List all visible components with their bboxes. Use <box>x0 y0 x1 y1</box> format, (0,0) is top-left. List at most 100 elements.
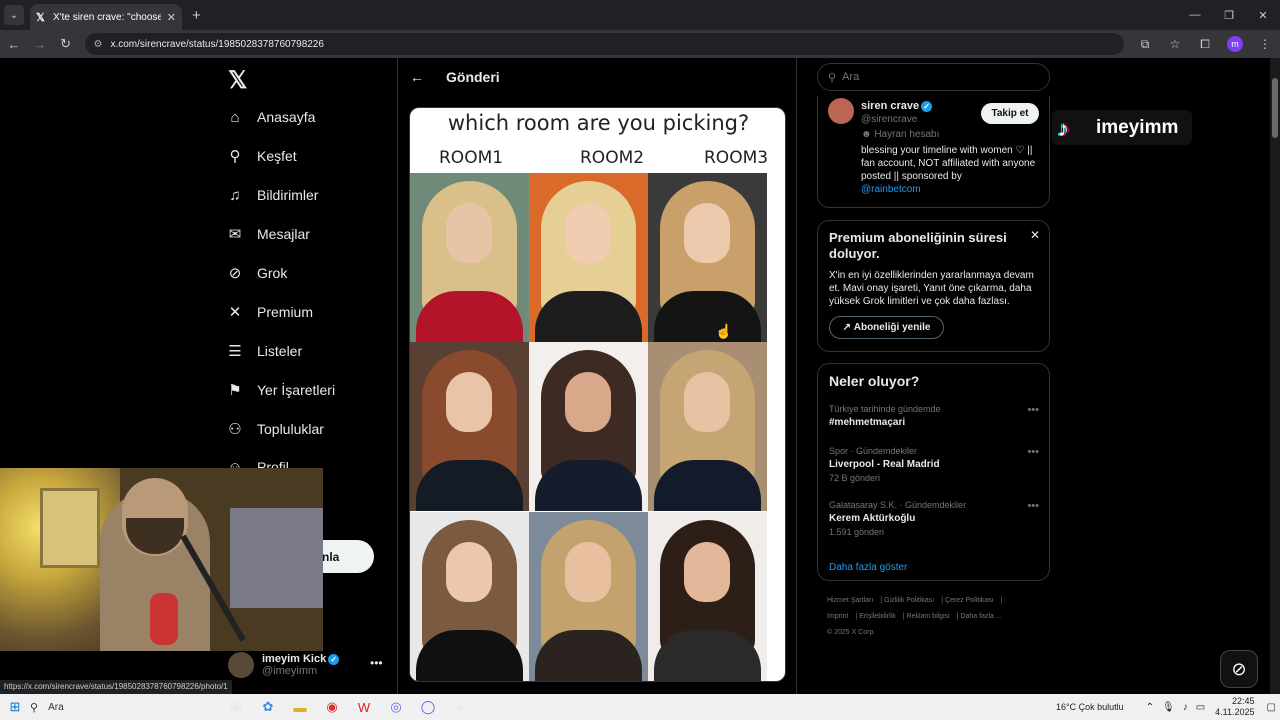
search-input[interactable]: ⚲ Ara <box>817 63 1050 91</box>
account-switcher[interactable]: imeyim Kick ✓ @imeyimm ••• <box>228 648 388 682</box>
chevron-up-icon[interactable]: ⌃ <box>1146 702 1154 713</box>
grok-floating-button[interactable]: ⊘ <box>1220 650 1258 688</box>
copilot-icon[interactable]: ✿ <box>252 699 284 715</box>
nav-item-premium[interactable]: ✕ Premium <box>226 303 313 321</box>
bookmark-star-icon[interactable]: ☆ <box>1160 37 1190 51</box>
discord-icon[interactable]: ◎ <box>380 699 412 715</box>
photo-tile[interactable] <box>529 512 648 681</box>
network-icon[interactable]: ▭ <box>1196 702 1205 713</box>
bio-link[interactable]: @rainbetcom <box>861 184 921 195</box>
clock[interactable]: 22:45 4.11.2025 <box>1215 696 1254 718</box>
footer-link[interactable]: Daha fazla ... <box>960 613 1001 620</box>
nav-label: Bildirimler <box>257 187 319 203</box>
room-label: ROOM3 <box>704 148 769 168</box>
show-more-link[interactable]: Daha fazla göster <box>829 562 907 573</box>
photo-tile[interactable] <box>648 173 767 342</box>
photo-tile[interactable] <box>410 512 529 681</box>
app-icon[interactable]: ◯ <box>412 699 444 715</box>
account-name: imeyim Kick <box>262 653 327 665</box>
taskbar-search[interactable]: ⚲ Ara <box>30 701 170 714</box>
trend-item[interactable]: Türkiye tarihinde gündemde #mehmetmaçari… <box>829 404 1039 428</box>
nav-item-grok[interactable]: ⊘ Grok <box>226 264 288 282</box>
x-logo-icon[interactable]: 𝕏 <box>228 66 247 95</box>
address-bar[interactable]: ⚙ x.com/sirencrave/status/19850283787607… <box>85 33 1124 55</box>
task-view-icon[interactable]: ▣ <box>220 699 252 715</box>
nav-item-explore[interactable]: ⚲ Keşfet <box>226 147 297 165</box>
photo-tile[interactable] <box>529 173 648 342</box>
clock-time: 22:45 <box>1232 696 1255 706</box>
photo-tile[interactable] <box>410 173 529 342</box>
mic-icon[interactable]: 🎙 <box>1162 702 1175 713</box>
browser-toolbar: ← → ↻ ⚙ x.com/sirencrave/status/19850283… <box>0 30 1280 58</box>
more-icon[interactable]: ••• <box>1027 404 1039 416</box>
obs-icon[interactable]: ● <box>444 700 476 715</box>
restore-button[interactable]: ❐ <box>1212 0 1246 30</box>
bio-line-1: blessing your timeline with women <box>861 145 1013 156</box>
browser-menu-icon[interactable]: ⋮ <box>1250 37 1280 51</box>
weather-widget[interactable]: 16°C Çok bulutlu <box>1056 702 1124 712</box>
photo-tile[interactable] <box>410 342 529 511</box>
tab-close-icon[interactable]: ✕ <box>167 11 176 24</box>
wps-icon[interactable]: W <box>348 700 380 715</box>
page-scrollbar[interactable] <box>1270 58 1280 694</box>
avatar <box>228 652 254 678</box>
photo-tile[interactable] <box>529 342 648 511</box>
back-button[interactable]: ← <box>2 37 26 52</box>
more-icon[interactable]: ••• <box>1027 446 1039 458</box>
footer-link[interactable]: Gizlilik Politikası <box>884 597 934 604</box>
footer-link[interactable]: Çerez Politikası <box>945 597 994 604</box>
nav-item-communities[interactable]: ⚇ Topluluklar <box>226 420 324 438</box>
list-icon: ☰ <box>228 343 242 360</box>
taskbar-search-label: Ara <box>48 701 64 713</box>
more-icon[interactable]: ••• <box>1027 500 1039 512</box>
trend-item[interactable]: Spor · Gündemdekiler Liverpool - Real Ma… <box>829 446 1039 483</box>
browser-tab[interactable]: 𝕏 X'te siren crave: "choose one r ✕ <box>30 4 182 30</box>
footer-link[interactable]: Erişilebilirlik <box>859 613 896 620</box>
profile-avatar[interactable]: m <box>1227 36 1243 52</box>
url-text: x.com/sirencrave/status/1985028378760798… <box>110 38 324 50</box>
site-info-icon[interactable]: ⚙ <box>93 39 102 50</box>
trend-item[interactable]: Galatasaray S.K. · Gündemdekiler Kerem A… <box>829 500 1039 537</box>
post-image[interactable]: which room are you picking? ROOM1 ROOM2 … <box>409 107 786 682</box>
status-url: https://x.com/sirencrave/status/19850283… <box>0 680 232 694</box>
footer-link[interactable]: Imprint <box>827 613 848 620</box>
nav-label: Mesajlar <box>257 226 310 242</box>
photo-tile[interactable] <box>648 512 767 681</box>
close-window-button[interactable]: ✕ <box>1246 0 1280 30</box>
nav-label: Premium <box>257 304 314 320</box>
photo-tile[interactable] <box>648 342 767 511</box>
file-explorer-icon[interactable]: ▬ <box>284 700 316 715</box>
avatar[interactable] <box>828 98 854 124</box>
tiktok-overlay: ♪ imeyimm <box>1052 110 1192 145</box>
nav-item-notifications[interactable]: ♫ Bildirimler <box>226 186 318 204</box>
chrome-icon[interactable]: ◉ <box>316 699 348 715</box>
nav-item-bookmarks[interactable]: ⚑ Yer İşaretleri <box>226 381 335 399</box>
nav-item-messages[interactable]: ✉ Mesajlar <box>226 225 310 243</box>
volume-icon[interactable]: ♪ <box>1183 702 1188 713</box>
nav-item-home[interactable]: ⌂ Anasayfa <box>226 108 315 126</box>
follow-button[interactable]: Takip et <box>981 103 1039 124</box>
forward-button[interactable]: → <box>28 37 52 52</box>
renew-subscription-button[interactable]: ↗ Aboneliği yenile <box>829 316 944 339</box>
trends-card: Neler oluyor? Türkiye tarihinde gündemde… <box>817 363 1050 581</box>
profile-name[interactable]: siren crave <box>861 100 919 112</box>
notifications-icon[interactable]: ▢ <box>1267 702 1276 713</box>
install-app-icon[interactable]: ⧉ <box>1130 37 1160 52</box>
tiktok-name: imeyimm <box>1096 116 1179 138</box>
mask-icon: ☻ <box>861 129 875 140</box>
windows-start-icon[interactable]: ⊞ <box>0 699 30 715</box>
nav-item-lists[interactable]: ☰ Listeler <box>226 342 302 360</box>
close-icon[interactable]: ✕ <box>1030 228 1040 242</box>
footer-link[interactable]: Reklam bilgisi <box>907 613 950 620</box>
trend-posts: 1.591 gönderi <box>829 527 885 537</box>
extensions-icon[interactable]: ⧠ <box>1190 37 1220 52</box>
tab-search-button[interactable]: ⌄ <box>4 5 24 25</box>
back-arrow-icon[interactable]: ← <box>410 69 446 85</box>
more-icon[interactable]: ••• <box>370 656 383 670</box>
minimize-button[interactable]: — <box>1178 0 1212 30</box>
scrollbar-thumb[interactable] <box>1272 78 1278 138</box>
footer-link[interactable]: Hizmet Şartları <box>827 597 873 604</box>
reload-button[interactable]: ↻ <box>54 36 78 52</box>
new-tab-button[interactable]: + <box>192 7 201 24</box>
verified-icon: ✓ <box>921 100 933 112</box>
